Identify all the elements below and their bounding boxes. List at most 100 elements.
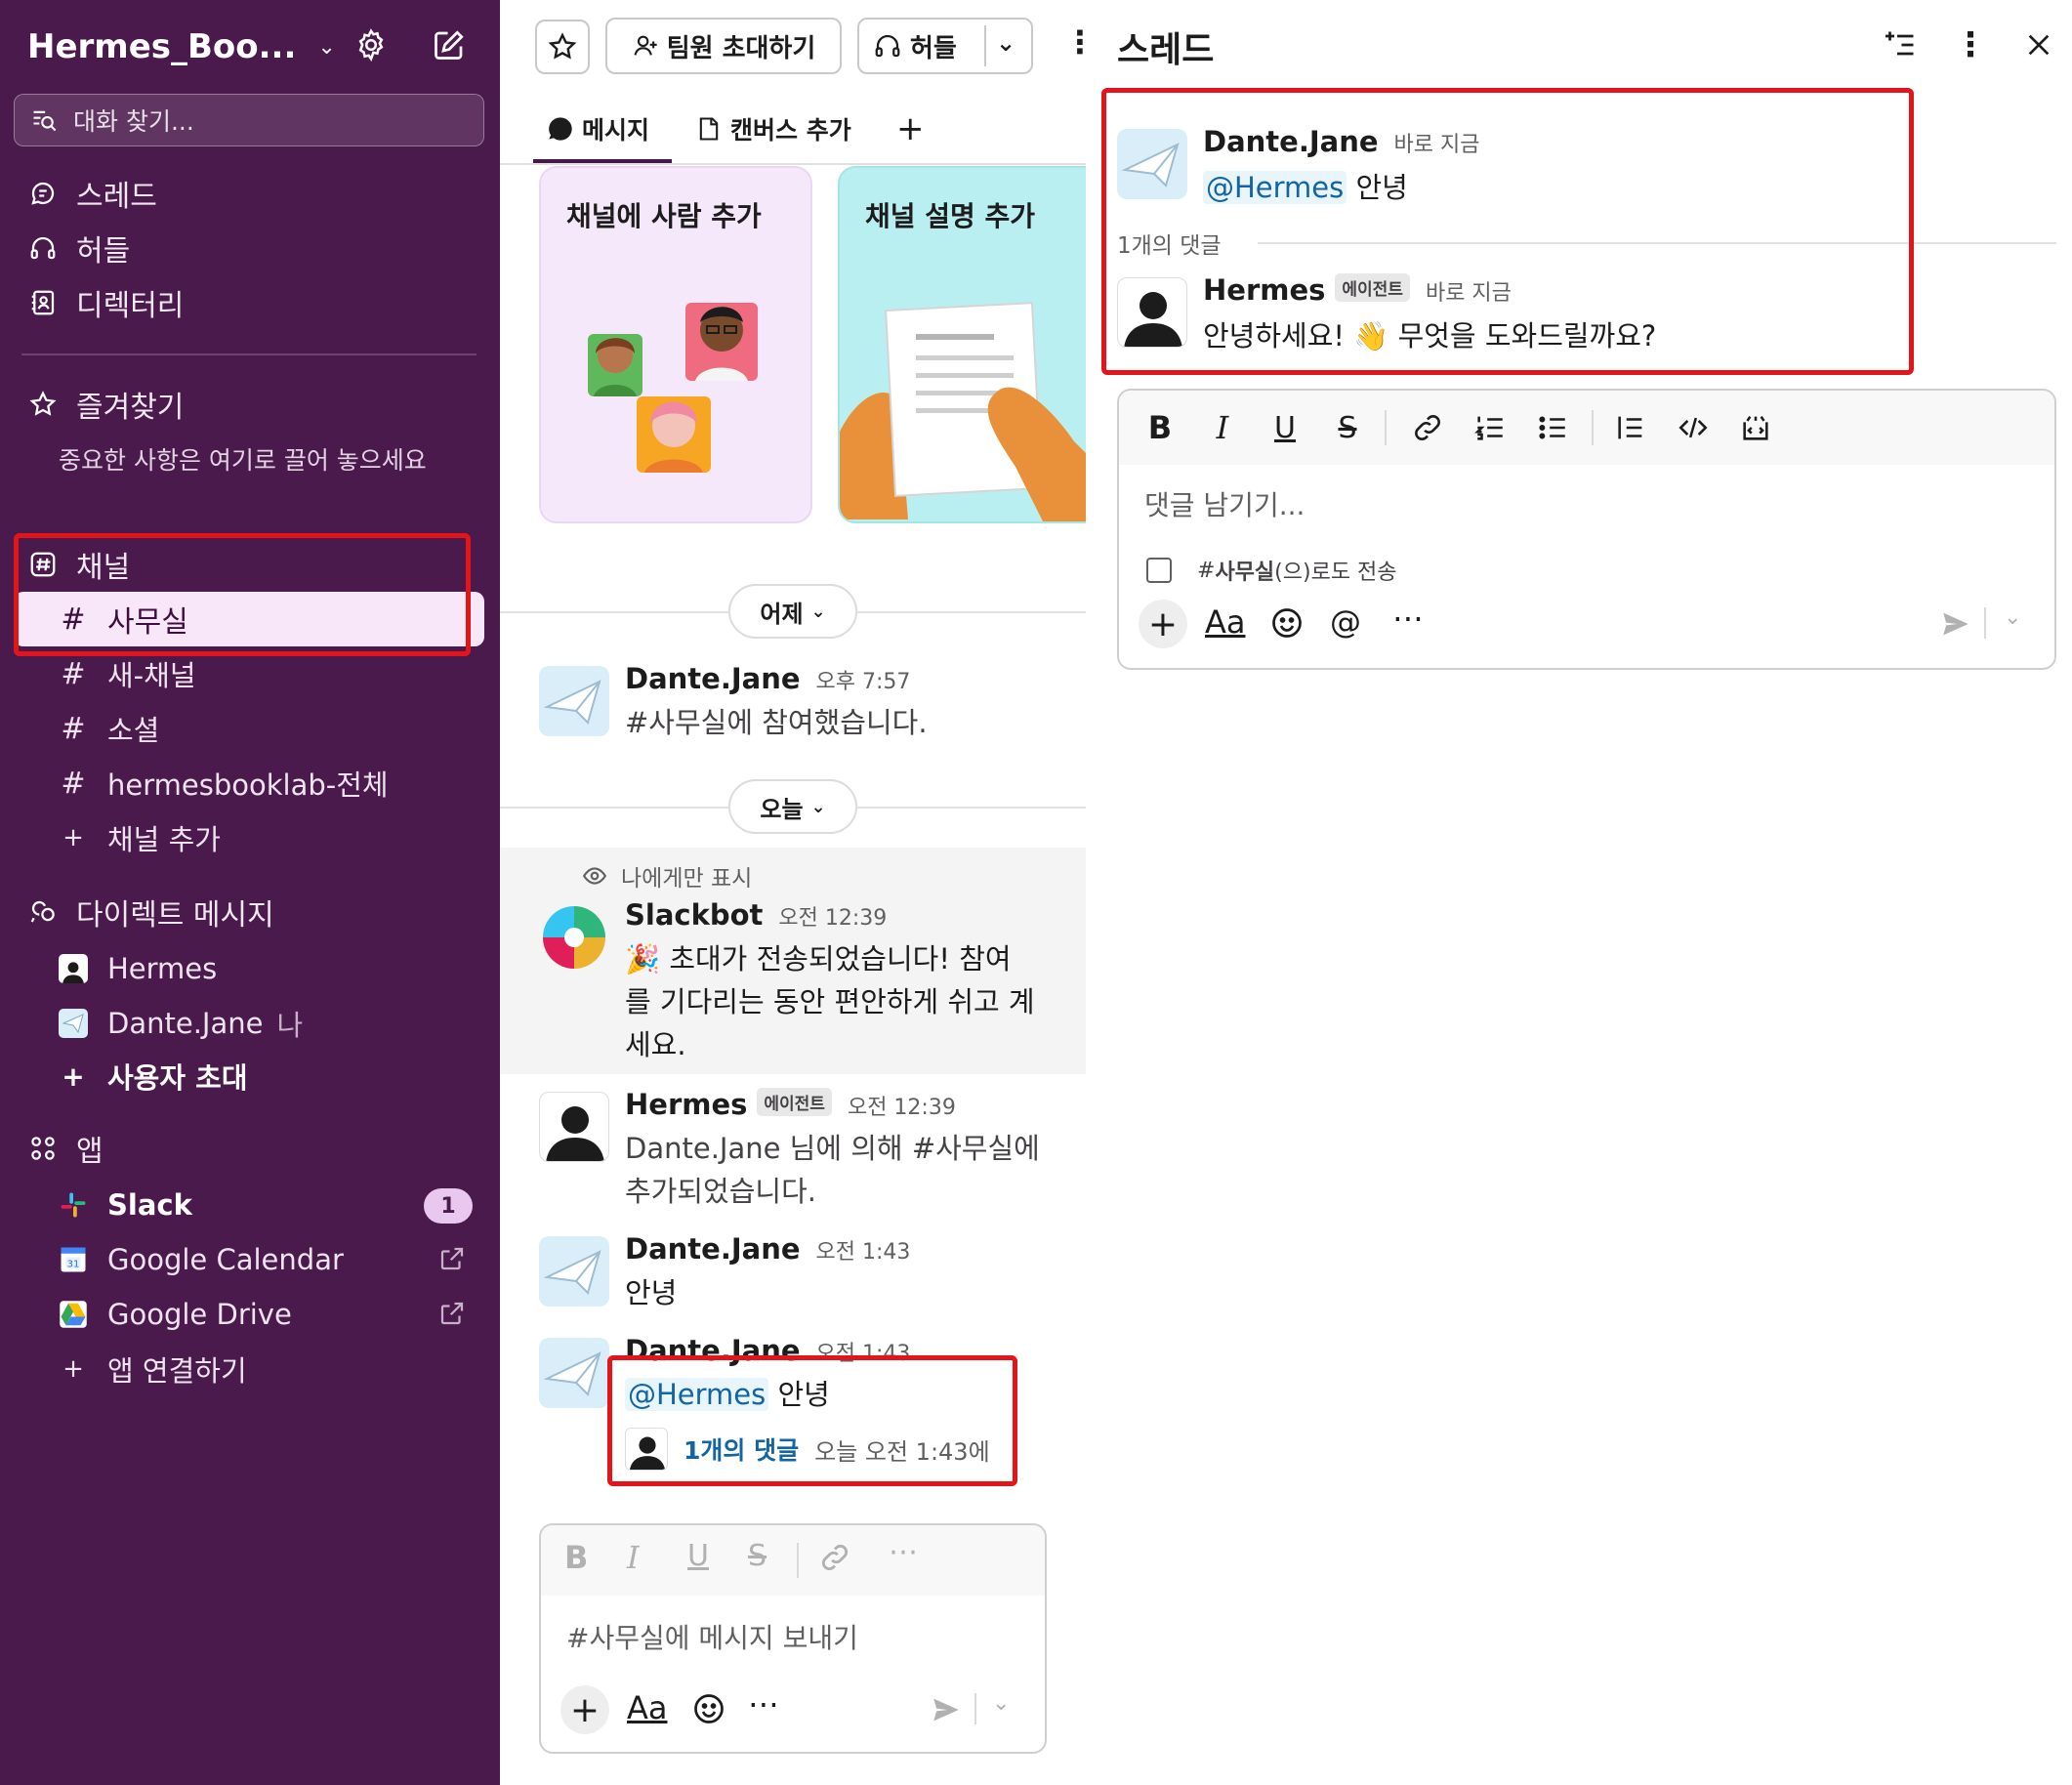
underline-icon[interactable]: U — [687, 1539, 709, 1573]
message-composer[interactable]: B I U S ⋯ #사무실에 메시지 보내기 + Aa ⋯ ⌄ — [539, 1523, 1047, 1754]
search-list-icon — [33, 110, 57, 132]
app-item-slack[interactable]: Slack — [59, 1182, 192, 1228]
invite-users-button[interactable]: + 사용자 초대 — [59, 1053, 247, 1100]
invite-members-button[interactable]: 팀원 초대하기 — [605, 18, 842, 74]
avatar[interactable] — [539, 666, 609, 736]
dm-item-dante[interactable]: Dante.Jane 나 — [59, 1000, 303, 1047]
card-add-people[interactable]: 채널에 사람 추가 — [539, 166, 812, 523]
add-tab-plus-icon[interactable]: + — [896, 105, 925, 152]
compose-icon[interactable] — [428, 23, 471, 66]
composer-placeholder[interactable]: #사무실에 메시지 보내기 — [566, 1617, 858, 1656]
sidebar-section-apps[interactable]: 앱 — [27, 1125, 104, 1172]
message-author[interactable]: Dante.Jane 오후 7:57 — [625, 662, 910, 695]
strikethrough-icon[interactable]: S — [748, 1539, 767, 1573]
send-icon[interactable] — [1939, 607, 1972, 644]
sidebar-section-dms[interactable]: 다이렉트 메시지 — [27, 889, 274, 935]
card-title: 채널 설명 추가 — [865, 200, 1036, 232]
conversation-search-input[interactable]: 대화 찾기... — [14, 94, 484, 146]
connect-app-button[interactable]: + 앱 연결하기 — [59, 1346, 247, 1392]
emoji-icon[interactable] — [691, 1691, 726, 1730]
workspace-switcher[interactable]: Hermes_Boo... ⌄ — [27, 23, 486, 70]
send-separator — [1984, 607, 1986, 639]
avatar[interactable] — [539, 1236, 609, 1307]
bullet-list-icon[interactable] — [1531, 406, 1574, 449]
hermes-avatar[interactable] — [539, 1092, 609, 1162]
formatting-toggle-icon[interactable]: Aa — [627, 1689, 668, 1726]
external-link-icon[interactable] — [437, 1299, 467, 1332]
strikethrough-icon[interactable]: S — [1326, 406, 1369, 449]
huddle-button[interactable]: 허들 ⌄ — [857, 18, 1033, 74]
message-author[interactable]: Slackbot 오전 12:39 — [625, 898, 887, 932]
sidebar-section-favorites[interactable]: 즐겨찾기 — [27, 381, 184, 428]
plus-icon: + — [62, 823, 84, 852]
sidebar-item-threads[interactable]: 스레드 — [27, 170, 157, 217]
more-horizontal-icon[interactable]: ⋯ — [1392, 600, 1424, 637]
message-author[interactable]: Hermes 에이전트 오전 12:39 — [625, 1088, 956, 1121]
sidebar-channel-new[interactable]: # 새-채널 — [59, 650, 195, 697]
code-block-icon[interactable] — [1734, 406, 1777, 449]
format-toolbar — [1119, 391, 2054, 465]
bold-icon[interactable]: B — [564, 1539, 588, 1576]
external-link-icon[interactable] — [437, 1244, 467, 1277]
card-add-description[interactable]: 채널 설명 추가 — [838, 166, 1086, 523]
italic-icon[interactable]: I — [1201, 406, 1244, 449]
add-channel-button[interactable]: + 채널 추가 — [59, 814, 221, 861]
sidebar-item-directory[interactable]: 디렉터리 — [27, 279, 184, 326]
chevron-down-icon: ⌄ — [317, 34, 336, 60]
link-icon[interactable] — [1406, 406, 1449, 449]
split-divider — [984, 25, 986, 66]
tab-add-canvas[interactable]: 캔버스 추가 — [695, 105, 851, 152]
chevron-down-icon[interactable]: ⌄ — [992, 1691, 1010, 1716]
send-icon[interactable] — [930, 1693, 963, 1730]
italic-icon[interactable]: I — [627, 1539, 640, 1576]
self-indicator: 나 — [276, 1009, 304, 1042]
more-horizontal-icon[interactable]: ⋯ — [748, 1685, 779, 1723]
attach-plus-button[interactable]: + — [560, 1685, 609, 1734]
sidebar-channel-social[interactable]: # 소셜 — [59, 705, 159, 752]
avatar[interactable] — [539, 1338, 609, 1408]
sidebar-item-huddles[interactable]: 허들 — [27, 225, 130, 271]
emoji-icon[interactable] — [1269, 605, 1305, 644]
sidebar-channel-all[interactable]: # hermesbooklab-전체 — [59, 760, 388, 807]
date-pill-yesterday[interactable]: 어제 ⌄ — [728, 584, 857, 639]
dm-item-hermes[interactable]: Hermes — [59, 945, 217, 992]
app-item-google-calendar[interactable]: 31 Google Calendar — [59, 1236, 344, 1283]
mention-icon[interactable]: @ — [1330, 603, 1361, 641]
message-time[interactable]: 오전 12:39 — [848, 1096, 956, 1120]
card-title: 채널에 사람 추가 — [566, 200, 762, 232]
message-time[interactable]: 오후 7:57 — [816, 670, 911, 694]
chevron-down-icon[interactable]: ⌄ — [996, 29, 1015, 57]
tab-messages[interactable]: 메시지 — [547, 105, 649, 152]
headphones-icon — [875, 34, 900, 58]
highlight-box-thread — [1101, 88, 1914, 375]
settings-gear-icon[interactable] — [350, 23, 393, 66]
underline-icon[interactable]: U — [1264, 406, 1306, 449]
blockquote-icon[interactable] — [1609, 406, 1652, 449]
highlight-box-message — [607, 1355, 1017, 1486]
more-horizontal-icon[interactable]: ⋯ — [889, 1535, 918, 1569]
slackbot-avatar[interactable] — [539, 902, 609, 973]
formatting-toggle-icon[interactable]: Aa — [1205, 603, 1246, 641]
reply-placeholder[interactable]: 댓글 남기기... — [1144, 484, 1305, 523]
chevron-down-icon[interactable]: ⌄ — [2004, 605, 2021, 630]
message-time[interactable]: 오전 12:39 — [778, 906, 887, 931]
message-author[interactable]: Dante.Jane 오전 1:43 — [625, 1232, 910, 1266]
more-vertical-icon[interactable]: ⋮ — [1949, 23, 1992, 66]
favorites-hint: 중요한 사항은 여기로 끌어 놓으세요 — [59, 446, 427, 475]
app-item-google-drive[interactable]: Google Drive — [59, 1291, 292, 1338]
code-icon[interactable] — [1672, 406, 1715, 449]
more-vertical-icon[interactable]: ⋮ — [1064, 23, 1086, 61]
thread-settings-icon[interactable] — [1879, 23, 1922, 66]
link-icon[interactable] — [818, 1541, 851, 1578]
chevron-down-icon: ⌄ — [810, 796, 826, 817]
also-send-checkbox[interactable] — [1146, 558, 1172, 583]
ordered-list-icon[interactable] — [1469, 406, 1512, 449]
bold-icon[interactable]: B — [1139, 406, 1181, 449]
also-send-to-channel[interactable]: # 사무실 (으)로도 전송 — [1146, 555, 1397, 586]
star-channel-button[interactable] — [535, 20, 590, 74]
close-icon[interactable] — [2017, 23, 2060, 66]
date-pill-today[interactable]: 오늘 ⌄ — [728, 779, 857, 834]
reply-composer[interactable]: B I U S 댓글 남기기... # 사무실 (으)로도 전송 + Aa @ ⋯… — [1117, 389, 2056, 670]
attach-plus-button[interactable]: + — [1139, 600, 1187, 648]
message-time[interactable]: 오전 1:43 — [816, 1240, 911, 1265]
